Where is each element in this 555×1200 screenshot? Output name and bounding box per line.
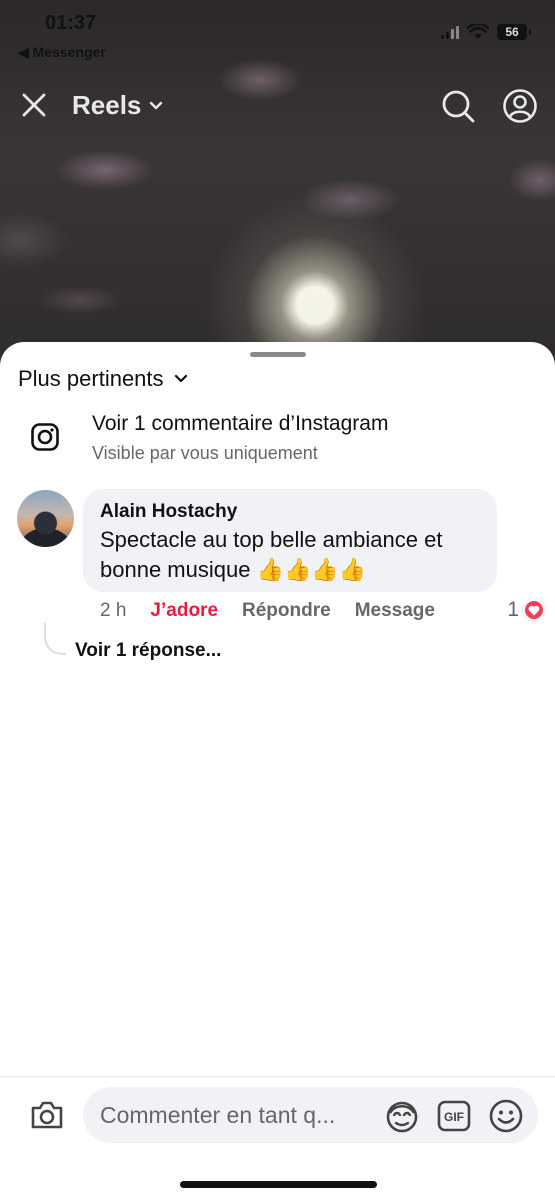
comments-sheet: Plus pertinents Voir 1 commentaire d’Ins… bbox=[0, 342, 555, 1200]
home-indicator bbox=[180, 1181, 377, 1188]
gif-icon[interactable]: GIF bbox=[436, 1098, 472, 1134]
comment-sort-selector[interactable]: Plus pertinents bbox=[18, 366, 188, 392]
svg-text:GIF: GIF bbox=[444, 1110, 464, 1124]
back-to-app-link[interactable]: ◀ Messenger bbox=[18, 44, 106, 61]
sort-label: Plus pertinents bbox=[18, 366, 164, 391]
instagram-comments-title: Voir 1 commentaire d’Instagram bbox=[92, 412, 389, 435]
avatar[interactable] bbox=[17, 490, 74, 547]
chevron-down-icon bbox=[150, 101, 163, 109]
heart-reaction-icon bbox=[523, 599, 545, 621]
search-icon[interactable] bbox=[440, 88, 476, 124]
reels-title: Reels bbox=[72, 90, 142, 120]
sheet-drag-handle[interactable] bbox=[250, 352, 306, 357]
reels-top-bar: Reels bbox=[0, 80, 555, 130]
instagram-comments-link[interactable]: Voir 1 commentaire d’Instagram Visible p… bbox=[30, 408, 530, 472]
camera-icon[interactable] bbox=[28, 1096, 66, 1134]
message-button[interactable]: Message bbox=[355, 600, 435, 622]
reply-thread-line bbox=[44, 623, 66, 655]
profile-icon[interactable] bbox=[502, 88, 538, 124]
comment-text: Spectacle au top belle ambiance et bonne… bbox=[100, 527, 443, 582]
comment-author[interactable]: Alain Hostachy bbox=[100, 501, 237, 523]
signal-icon bbox=[441, 25, 459, 39]
status-time: 01:37 bbox=[45, 12, 97, 34]
instagram-icon bbox=[31, 423, 59, 451]
comment-actions: 2 h J’adore Répondre Message bbox=[100, 598, 435, 624]
status-icons: 56 bbox=[441, 24, 531, 40]
comment-bubble[interactable]: Alain Hostachy Spectacle au top belle am… bbox=[83, 489, 497, 592]
view-replies-link[interactable]: Voir 1 réponse... bbox=[75, 640, 221, 662]
comment-time: 2 h bbox=[100, 600, 127, 621]
battery-indicator: 56 bbox=[497, 24, 531, 40]
reels-selector[interactable]: Reels bbox=[72, 90, 163, 121]
avatar-sticker-icon[interactable] bbox=[384, 1098, 420, 1134]
love-reaction-button[interactable]: J’adore bbox=[150, 600, 218, 622]
chevron-down-icon bbox=[174, 374, 187, 383]
wifi-icon bbox=[467, 24, 489, 39]
reaction-count: 1 bbox=[507, 598, 519, 621]
reaction-summary[interactable]: 1 bbox=[507, 598, 545, 622]
emoji-icon[interactable] bbox=[487, 1097, 525, 1135]
composer-divider bbox=[0, 1076, 555, 1077]
instagram-comments-subtitle: Visible par vous uniquement bbox=[92, 443, 318, 463]
close-icon[interactable] bbox=[20, 91, 48, 119]
reply-button[interactable]: Répondre bbox=[242, 600, 331, 622]
